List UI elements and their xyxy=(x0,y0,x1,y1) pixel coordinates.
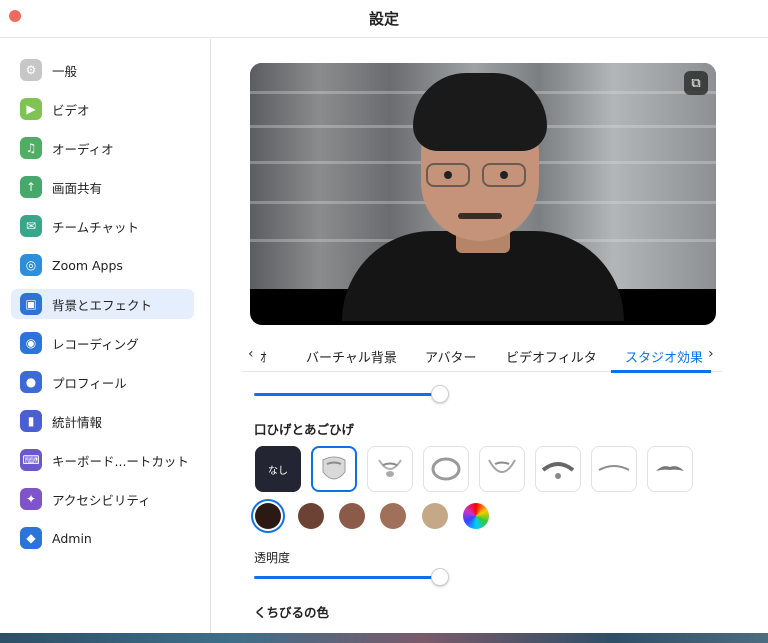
tab-video-filter[interactable]: ビデオフィルタ xyxy=(506,347,597,366)
profile-icon: ● xyxy=(20,371,42,393)
sidebar-item-headphones[interactable]: ♫ オーディオ xyxy=(11,133,194,163)
beard-thick-icon xyxy=(656,466,684,471)
settings-sidebar: ⚙ 一般 ▶ ビデオ ♫ オーディオ ↑ 画面共有 ✉ チームチャット ◎ Zoom Apps ▣ 背景と… xyxy=(0,39,211,643)
stats-icon: ▮ xyxy=(20,410,42,432)
sidebar-item-video[interactable]: ▶ ビデオ xyxy=(11,94,194,124)
sidebar-item-accessibility[interactable]: ✦ アクセシビリティ xyxy=(11,484,194,514)
headphones-icon: ♫ xyxy=(20,137,42,159)
share-screen-icon: ↑ xyxy=(20,176,42,198)
apps-icon: ◎ xyxy=(20,254,42,276)
title-bar: 設定 xyxy=(0,0,768,38)
copy-icon[interactable]: ⧉ xyxy=(684,71,708,95)
beard-circle-icon xyxy=(431,457,461,481)
sidebar-item-admin[interactable]: ◆ Admin xyxy=(11,523,194,553)
tab-video-partial[interactable]: ｵ xyxy=(260,347,267,366)
sidebar-item-label: チームチャット xyxy=(52,219,140,235)
beard-option-none[interactable]: なし xyxy=(255,446,301,492)
sidebar-item-label: 背景とエフェクト xyxy=(52,297,153,313)
video-preview: ⧉ xyxy=(250,63,716,325)
desktop-taskbar-strip xyxy=(0,633,768,643)
beard-goatee-icon xyxy=(378,459,402,477)
beard-option-full[interactable] xyxy=(311,446,357,492)
background-icon: ▣ xyxy=(20,293,42,315)
chat-icon: ✉ xyxy=(20,215,42,237)
background-effects-panel: ⧉ ‹ ｵ バーチャル背景 アバター ビデオフィルタ スタジオ効果 › 口ひげと… xyxy=(212,39,768,643)
sidebar-item-label: レコーディング xyxy=(52,336,139,352)
keyboard-icon: ⌨ xyxy=(20,449,42,471)
beard-handlebar-icon xyxy=(541,462,575,479)
effects-tab-bar: ‹ ｵ バーチャル背景 アバター ビデオフィルタ スタジオ効果 › xyxy=(242,342,722,373)
sidebar-item-share-screen[interactable]: ↑ 画面共有 xyxy=(11,172,194,202)
sidebar-item-gear[interactable]: ⚙ 一般 xyxy=(11,55,194,85)
lip-color-section-title: くちびるの色 xyxy=(254,605,330,620)
beard-section-title: 口ひげとあごひげ xyxy=(254,422,355,437)
active-tab-indicator xyxy=(611,370,711,373)
sidebar-item-label: Zoom Apps xyxy=(52,257,123,273)
sidebar-item-label: アクセシビリティ xyxy=(52,492,151,508)
accessibility-icon: ✦ xyxy=(20,488,42,510)
beard-chinstrap-icon xyxy=(488,459,516,473)
sidebar-item-apps[interactable]: ◎ Zoom Apps xyxy=(11,250,194,280)
eyebrow-opacity-slider[interactable] xyxy=(254,393,440,396)
sidebar-item-record[interactable]: ◉ レコーディング xyxy=(11,328,194,358)
tabs-prev-arrow-icon[interactable]: ‹ xyxy=(248,346,254,362)
sidebar-item-label: 統計情報 xyxy=(52,414,103,430)
sidebar-item-label: 一般 xyxy=(52,63,78,79)
beard-none-label: なし xyxy=(268,465,288,477)
studio-mustache xyxy=(458,213,502,219)
tabs-next-arrow-icon[interactable]: › xyxy=(708,346,714,362)
tab-virtual-background[interactable]: バーチャル背景 xyxy=(306,347,397,366)
beard-color-swatch[interactable] xyxy=(339,503,365,529)
beard-color-swatch[interactable] xyxy=(255,503,281,529)
sidebar-item-chat[interactable]: ✉ チームチャット xyxy=(11,211,194,241)
beard-opacity-slider-thumb[interactable] xyxy=(431,568,449,586)
sidebar-item-keyboard[interactable]: ⌨ キーボード...ートカット xyxy=(11,445,194,475)
beard-color-swatch[interactable] xyxy=(380,503,406,529)
beard-opacity-slider[interactable] xyxy=(254,576,440,579)
beard-color-swatch[interactable] xyxy=(298,503,324,529)
record-icon: ◉ xyxy=(20,332,42,354)
beard-thin-icon xyxy=(598,465,630,471)
sidebar-item-label: Admin xyxy=(52,530,92,546)
admin-icon: ◆ xyxy=(20,527,42,549)
sidebar-item-label: ビデオ xyxy=(52,102,90,118)
tab-avatar[interactable]: アバター xyxy=(425,347,476,366)
beard-option-thick-mustache[interactable] xyxy=(647,446,693,492)
sidebar-item-label: オーディオ xyxy=(52,141,114,157)
beard-option-circle[interactable] xyxy=(423,446,469,492)
custom-color-picker-icon[interactable] xyxy=(463,503,489,529)
gear-icon: ⚙ xyxy=(20,59,42,81)
sidebar-item-label: キーボード...ートカット xyxy=(52,453,189,469)
eyebrow-slider-thumb[interactable] xyxy=(431,385,449,403)
tab-studio-effects[interactable]: スタジオ効果 xyxy=(625,347,703,366)
sidebar-item-background[interactable]: ▣ 背景とエフェクト xyxy=(11,289,194,319)
opacity-label: 透明度 xyxy=(254,551,291,565)
sidebar-item-label: プロフィール xyxy=(52,375,127,391)
beard-option-chinstrap[interactable] xyxy=(479,446,525,492)
beard-option-goatee-mustache[interactable] xyxy=(367,446,413,492)
beard-color-swatch[interactable] xyxy=(422,503,448,529)
beard-full-icon xyxy=(322,456,346,480)
beard-option-thin-mustache[interactable] xyxy=(591,446,637,492)
sidebar-item-label: 画面共有 xyxy=(52,180,103,196)
window-title: 設定 xyxy=(368,10,399,28)
video-icon: ▶ xyxy=(20,98,42,120)
sidebar-item-stats[interactable]: ▮ 統計情報 xyxy=(11,406,194,436)
sidebar-item-profile[interactable]: ● プロフィール xyxy=(11,367,194,397)
beard-option-handlebar[interactable] xyxy=(535,446,581,492)
